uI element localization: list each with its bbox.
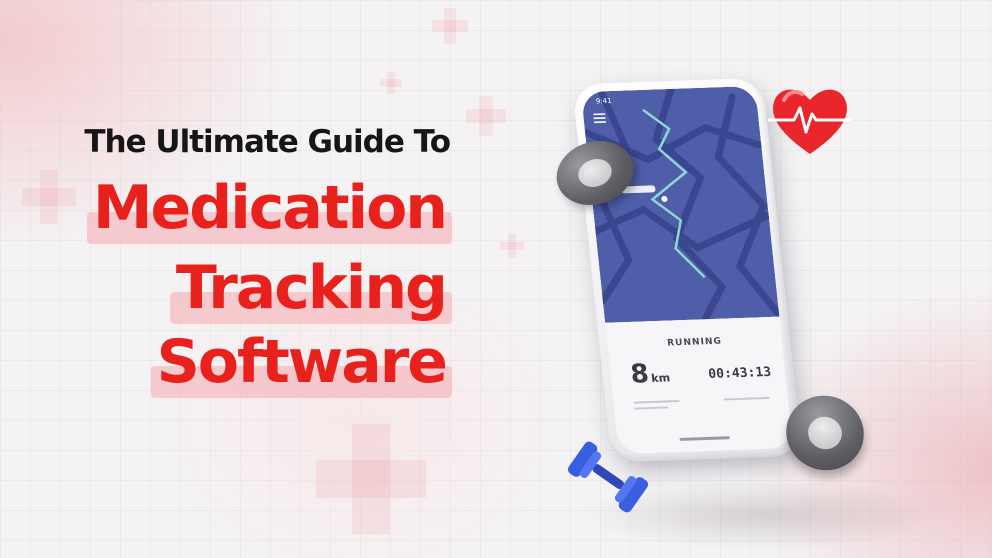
distance-value: 8 (629, 359, 651, 390)
title-text-3: Software (150, 332, 453, 398)
headline: The Ultimate Guide To Medication Trackin… (0, 0, 480, 420)
dumbbell-icon (567, 441, 649, 513)
distance-unit: km (650, 371, 671, 386)
placeholder-line (633, 400, 680, 404)
placeholder-line (723, 396, 770, 401)
running-map (580, 85, 780, 323)
title-line-1: Medication (86, 178, 453, 244)
menu-icon[interactable] (593, 113, 607, 124)
title-text-2: Tracking (169, 258, 453, 324)
phone-illustration: 9:41 RUNNING 8km 00:43:13 (520, 60, 992, 558)
banner-canvas: The Ultimate Guide To Medication Trackin… (0, 0, 992, 558)
title-line-3: Software (150, 332, 453, 398)
phone-screen: 9:41 RUNNING 8km 00:43:13 (580, 85, 794, 455)
disc-center (574, 154, 616, 192)
title-text-1: Medication (86, 178, 453, 244)
subtitle: The Ultimate Guide To (84, 124, 451, 160)
duration-readout: 00:43:13 (707, 364, 772, 383)
distance-readout: 8km (629, 359, 671, 390)
activity-label: RUNNING (666, 336, 723, 349)
heart-pulse-icon (768, 89, 852, 154)
placeholder-line (634, 406, 669, 410)
home-indicator (679, 436, 730, 441)
status-time: 9:41 (595, 96, 613, 106)
disc-center (803, 412, 847, 454)
title-line-2: Tracking (169, 258, 453, 324)
plus-icon (316, 424, 426, 534)
